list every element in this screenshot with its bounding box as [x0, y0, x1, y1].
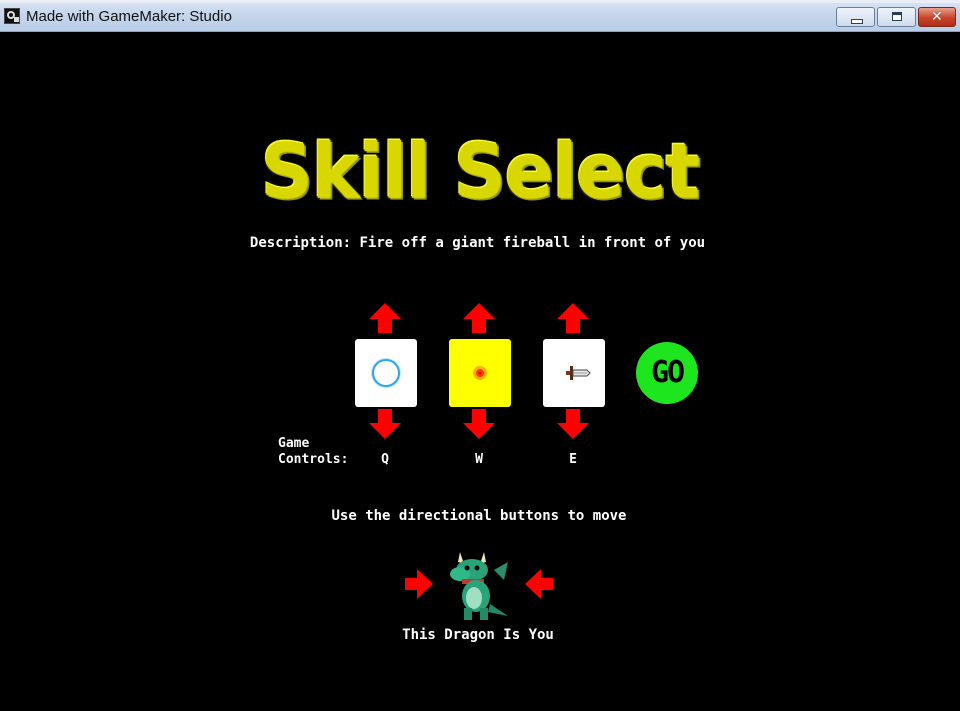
window-title: Made with GameMaker: Studio — [26, 8, 232, 25]
minimize-icon — [851, 19, 863, 24]
game-controls-label: Game Controls: — [278, 436, 348, 468]
key-label-w: W — [475, 452, 483, 467]
left-arrow-icon — [525, 569, 553, 599]
skill-description: Description: Fire off a giant fireball i… — [249, 235, 706, 251]
key-label-e: E — [569, 452, 577, 467]
w-up-arrow-icon[interactable] — [462, 301, 496, 335]
skill-slot-w[interactable] — [449, 339, 511, 407]
screen-title: Skill Select — [260, 126, 700, 216]
ice-orb-icon — [371, 358, 401, 388]
game-canvas: Skill Select Description: Fire off a gia… — [0, 32, 960, 711]
game-controls-label-line2: Controls: — [278, 452, 349, 467]
close-button[interactable]: ✕ — [918, 7, 956, 27]
right-arrow-icon — [405, 569, 433, 599]
close-icon: ✕ — [931, 9, 943, 25]
go-button[interactable]: GO — [636, 342, 698, 404]
e-down-arrow-icon[interactable] — [556, 407, 590, 441]
go-label: GO — [650, 355, 685, 390]
player-dragon-sprite — [450, 552, 508, 620]
q-down-arrow-icon[interactable] — [368, 407, 402, 441]
minimize-button[interactable] — [836, 7, 875, 27]
game-controls-label-line1: Game — [278, 436, 310, 451]
titlebar-highlight — [0, 0, 960, 3]
key-label-q: Q — [381, 452, 389, 467]
maximize-button[interactable] — [877, 7, 916, 27]
q-up-arrow-icon[interactable] — [368, 301, 402, 335]
sword-icon — [566, 366, 591, 380]
e-up-arrow-icon[interactable] — [556, 301, 590, 335]
fireball-icon — [473, 366, 487, 380]
skill-slot-e[interactable] — [543, 339, 605, 407]
gamemaker-app-icon — [4, 8, 20, 24]
skill-slot-q[interactable] — [355, 339, 417, 407]
maximize-icon — [892, 12, 902, 21]
w-down-arrow-icon[interactable] — [462, 407, 496, 441]
player-label: This Dragon Is You — [402, 627, 554, 643]
window-titlebar: Made with GameMaker: Studio ✕ — [0, 0, 960, 32]
movement-hint: Use the directional buttons to move — [331, 508, 627, 524]
